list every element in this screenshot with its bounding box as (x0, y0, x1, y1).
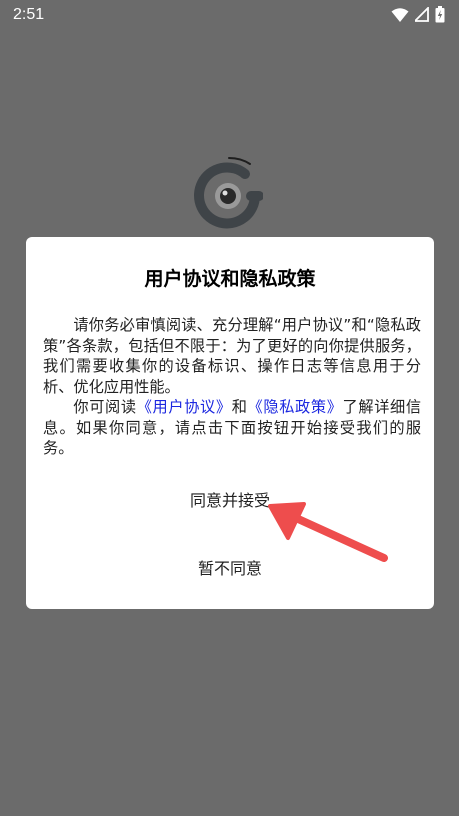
paragraph-2-and: 和 (231, 398, 248, 416)
annotation-arrow-icon (268, 502, 388, 562)
paragraph-2-prefix: 你可阅读 (73, 398, 137, 416)
user-agreement-link[interactable]: 《用户协议》 (137, 398, 232, 416)
app-logo (194, 157, 263, 229)
signal-icon (415, 7, 429, 22)
battery-charging-icon (435, 6, 445, 23)
dialog-title: 用户协议和隐私政策 (144, 268, 316, 290)
status-bar: 2:51 (0, 0, 459, 32)
dialog-paragraph-1: 请你务必审慎阅读、充分理解“用户协议”和“隐私政策”各条款，包括但不限于：为了更… (43, 316, 421, 396)
dialog-paragraph-2: 你可阅读《用户协议》和《隐私政策》了解详细信息。如果你同意，请点击下面按钮开始接… (43, 397, 421, 459)
dialog-body: 请你务必审慎阅读、充分理解“用户协议”和“隐私政策”各条款，包括但不限于：为了更… (43, 315, 421, 459)
wifi-icon (391, 7, 409, 22)
status-time: 2:51 (13, 6, 45, 23)
status-icons (391, 6, 445, 23)
privacy-policy-link[interactable]: 《隐私政策》 (248, 398, 343, 416)
